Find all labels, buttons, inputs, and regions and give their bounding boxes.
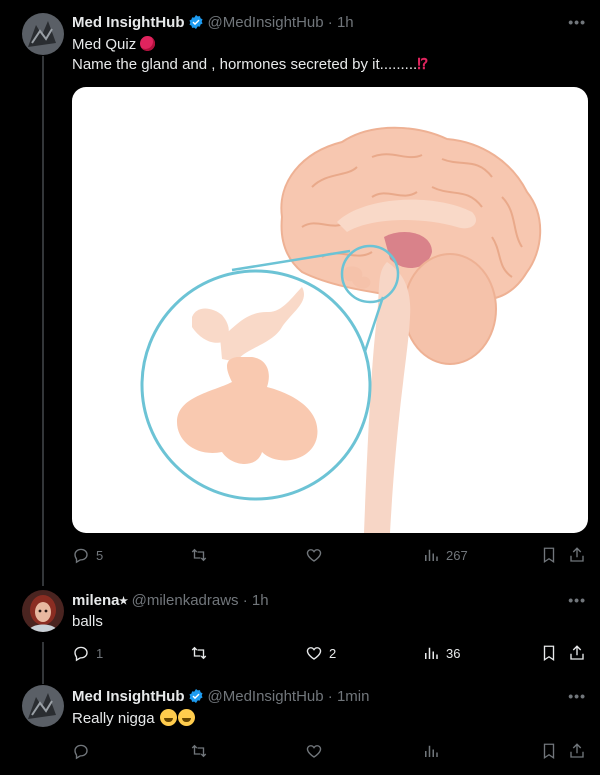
tweet-header: Med InsightHub @MedInsightHub · 1h (72, 14, 354, 34)
laughing-emoji-icon (177, 709, 195, 726)
avatar[interactable] (22, 590, 64, 632)
tweet-line-2: Name the gland and , hormones secreted b… (72, 56, 418, 73)
timestamp[interactable]: · 1min (328, 688, 370, 705)
like-count: 2 (329, 645, 337, 661)
tweet-2[interactable]: milena⭑ @milenkadraws · 1h ••• balls 1 2 … (0, 580, 600, 684)
more-icon[interactable]: ••• (568, 688, 586, 704)
action-bar: 1 2 36 (72, 644, 592, 666)
action-bar (72, 742, 592, 764)
author-name[interactable]: Med InsightHub (72, 688, 185, 705)
like-button[interactable] (305, 742, 323, 760)
bookmark-button[interactable] (540, 742, 558, 760)
action-bar: 5 267 (72, 546, 592, 568)
more-icon[interactable]: ••• (568, 592, 586, 608)
thread-line (42, 642, 44, 684)
tweet-text: Med Quiz Name the gland and , hormones s… (72, 35, 428, 75)
interrobang-emoji: ⁉ (417, 56, 429, 73)
laughing-emoji-icon (159, 709, 177, 726)
share-button[interactable] (568, 546, 586, 564)
views-icon (425, 647, 438, 659)
like-button[interactable]: 2 (305, 644, 336, 662)
bookmark-icon (543, 547, 555, 564)
timestamp[interactable]: · 1h (328, 14, 354, 31)
avatar[interactable] (22, 685, 64, 727)
pituitary-gland-illustration (140, 126, 542, 533)
views-icon (425, 745, 438, 757)
reply-icon (74, 744, 88, 760)
author-name[interactable]: Med InsightHub (72, 14, 185, 31)
share-button[interactable] (568, 742, 586, 760)
retweet-icon (191, 744, 207, 758)
verified-badge-icon (188, 688, 204, 708)
like-button[interactable] (305, 546, 329, 564)
reply-icon (74, 548, 88, 564)
reply-count: 5 (96, 547, 104, 563)
reply-button[interactable]: 5 (72, 546, 103, 564)
tweet-header: milena⭑ @milenkadraws · 1h (72, 592, 269, 609)
author-handle[interactable]: @MedInsightHub (208, 14, 324, 31)
retweet-button[interactable] (190, 742, 208, 760)
timestamp[interactable]: · 1h (243, 592, 269, 609)
retweet-icon (191, 548, 207, 562)
bookmark-button[interactable] (540, 546, 558, 564)
heart-icon (306, 647, 322, 660)
red-circle-emoji-icon (140, 36, 156, 51)
reply-icon (74, 646, 88, 662)
views-count: 267 (446, 547, 468, 563)
tweet-image[interactable] (72, 87, 588, 533)
tweet-text: Really nigga (72, 709, 195, 729)
reply-count: 1 (96, 645, 104, 661)
avatar[interactable] (22, 13, 64, 55)
bookmark-button[interactable] (540, 644, 558, 662)
author-name[interactable]: milena⭑ (72, 592, 128, 609)
heart-icon (306, 745, 322, 758)
views-button[interactable] (422, 742, 440, 760)
tweet-text: balls (72, 613, 103, 630)
share-button[interactable] (568, 644, 586, 662)
thread-line (42, 56, 44, 586)
reply-button[interactable]: 1 (72, 644, 103, 662)
tweet-1[interactable]: Med InsightHub @MedInsightHub · 1h ••• Me… (0, 0, 600, 586)
more-icon[interactable]: ••• (568, 14, 586, 30)
retweet-button[interactable] (190, 644, 214, 662)
views-count: 36 (446, 645, 461, 661)
bookmark-icon (543, 645, 555, 662)
author-handle[interactable]: @milenkadraws (132, 592, 239, 609)
reply-button[interactable] (72, 742, 90, 760)
share-icon (570, 645, 584, 660)
views-icon (425, 549, 438, 561)
tweet-line-1: Med Quiz (72, 36, 137, 53)
bookmark-icon (543, 743, 555, 760)
share-icon (570, 547, 584, 562)
views-button[interactable]: 36 (422, 644, 460, 662)
author-handle[interactable]: @MedInsightHub (208, 688, 324, 705)
tweet-text-content: Really nigga (72, 710, 155, 727)
views-button[interactable]: 267 (422, 546, 468, 564)
verified-badge-icon (188, 14, 204, 34)
tweet-3[interactable]: Med InsightHub @MedInsightHub · 1min ••• … (0, 680, 600, 775)
tweet-header: Med InsightHub @MedInsightHub · 1min (72, 688, 369, 708)
retweet-button[interactable] (190, 546, 214, 564)
retweet-icon (191, 646, 207, 660)
heart-icon (306, 549, 322, 562)
share-icon (570, 743, 584, 758)
